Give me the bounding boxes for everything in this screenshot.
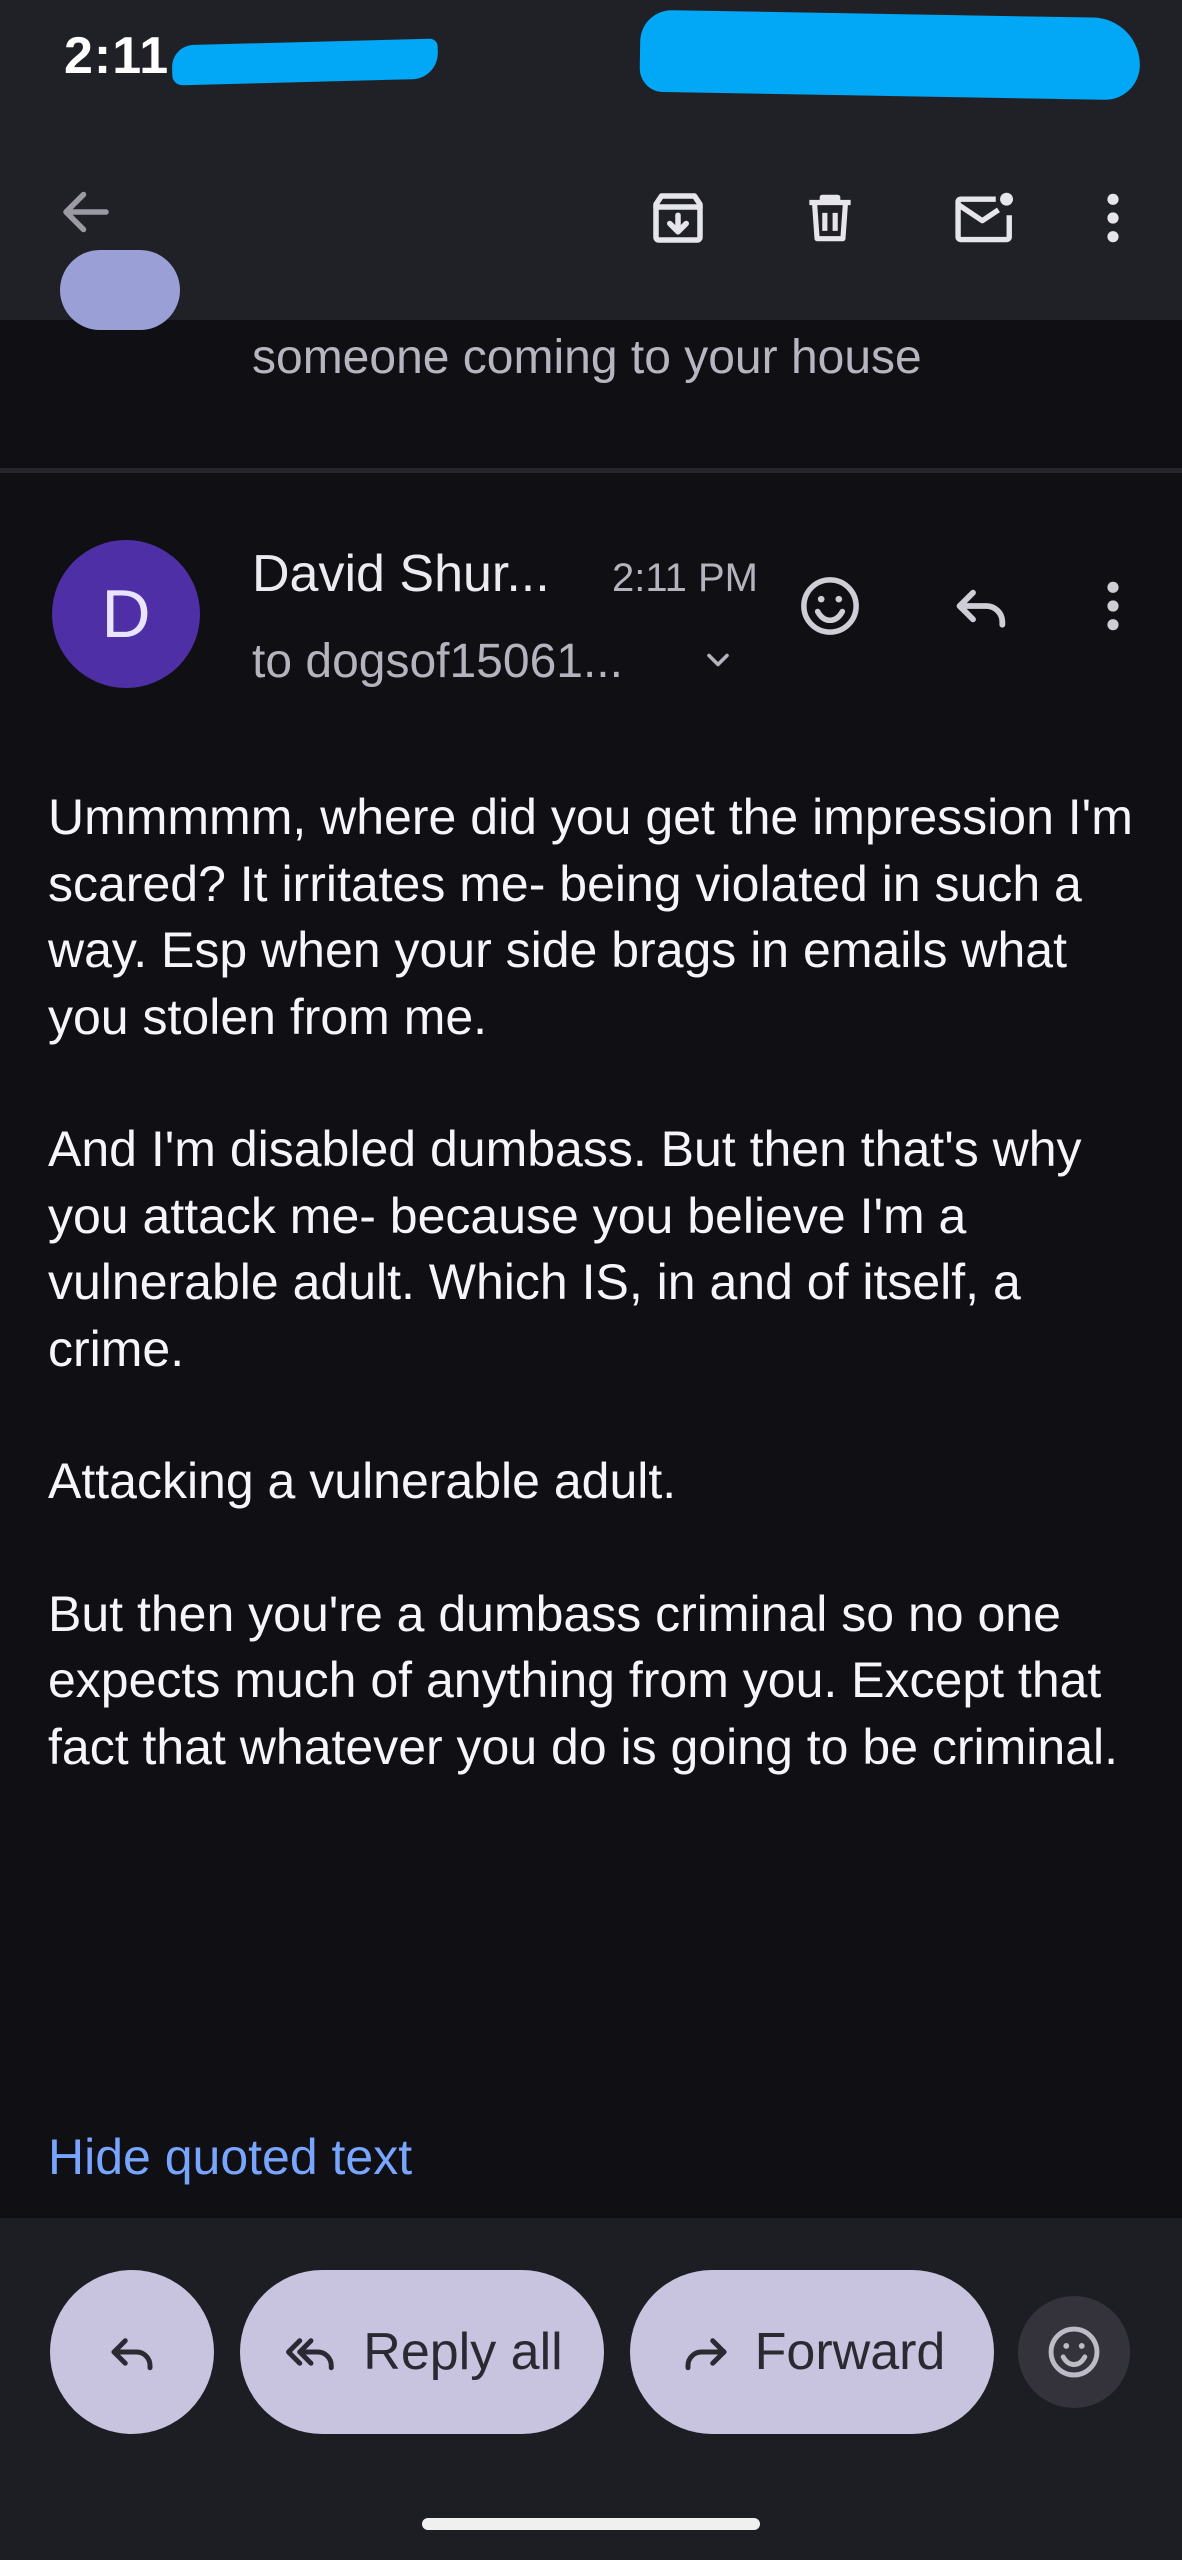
reply-icon (956, 589, 1006, 628)
reply-all-icon (286, 2338, 335, 2371)
previous-message-snippet[interactable]: someone coming to your house (252, 330, 922, 385)
forward-button[interactable]: Forward (630, 2270, 994, 2434)
previous-message-avatar (60, 250, 180, 330)
body-paragraph: But then you're a dumbass criminal so no… (48, 1585, 1119, 1775)
expand-details-button[interactable] (688, 632, 748, 688)
more-vert-icon (1107, 193, 1119, 243)
delete-icon (809, 194, 851, 242)
redaction-mark (639, 9, 1141, 101)
message-time: 2:11 PM (612, 556, 758, 600)
divider (0, 468, 1182, 473)
hide-quoted-text-link[interactable]: Hide quoted text (48, 2128, 412, 2186)
emoji-icon (1048, 2326, 1100, 2378)
emoji-icon (801, 577, 859, 635)
body-paragraph: Ummmmm, where did you get the impression… (48, 789, 1133, 1045)
chevron-down-icon (707, 653, 729, 667)
body-paragraph: Attacking a vulnerable adult. (48, 1453, 677, 1509)
reply-button-header[interactable] (938, 564, 1024, 648)
status-time: 2:11 (64, 27, 170, 85)
sender-name[interactable]: David Shur... (252, 544, 550, 604)
add-reaction-button-bottom[interactable] (1018, 2296, 1130, 2408)
message-body: Ummmmm, where did you get the impression… (48, 784, 1138, 1846)
add-reaction-button[interactable] (786, 562, 874, 650)
archive-button[interactable] (636, 176, 720, 260)
body-paragraph: And I'm disabled dumbass. But then that'… (48, 1121, 1082, 1377)
forward-icon (685, 2338, 727, 2371)
forward-label: Forward (754, 2323, 946, 2381)
back-button[interactable] (44, 170, 128, 254)
reply-button[interactable] (50, 2270, 214, 2434)
recipient-line[interactable]: to dogsof15061... (252, 634, 623, 689)
message-more-button[interactable] (1076, 564, 1150, 648)
archive-icon (653, 193, 703, 243)
mark-unread-button[interactable] (940, 176, 1030, 260)
reply-all-label: Reply all (363, 2323, 563, 2381)
delete-button[interactable] (788, 176, 872, 260)
avatar-letter: D (101, 576, 151, 652)
mark-unread-icon (955, 192, 1013, 243)
home-indicator[interactable] (422, 2518, 760, 2530)
reply-icon (111, 2338, 153, 2371)
reply-all-button[interactable]: Reply all (240, 2270, 604, 2434)
sender-avatar[interactable]: D (52, 540, 200, 688)
back-arrow-icon (63, 191, 109, 233)
more-vert-icon (1107, 581, 1119, 631)
redaction-mark (171, 38, 439, 86)
more-options-button[interactable] (1074, 176, 1152, 260)
